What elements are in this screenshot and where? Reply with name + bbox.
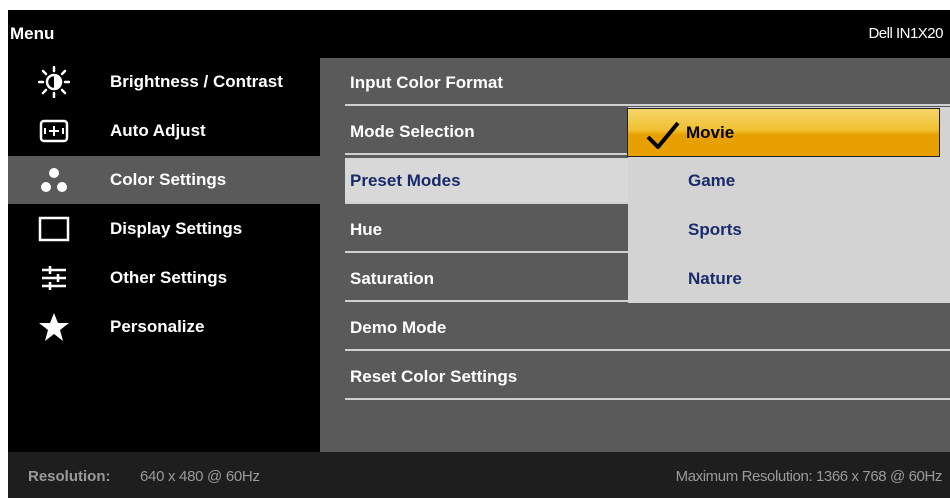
monitor-osd: Menu Dell IN1X20 Brightness / Contrast A… — [8, 10, 950, 498]
menu-title: Menu — [10, 24, 55, 43]
option-label: Preset Modes — [350, 171, 461, 190]
divider — [345, 349, 950, 351]
preset-nature[interactable]: Nature — [628, 254, 950, 303]
preset-movie[interactable]: Movie — [627, 108, 940, 157]
sidebar-item-label: Display Settings — [110, 219, 243, 238]
preset-modes-submenu: Movie Game Sports Nature — [627, 107, 950, 303]
sidebar-item-brightness-contrast[interactable]: Brightness / Contrast — [8, 58, 320, 106]
resolution-label: Resolution: — [28, 468, 111, 485]
sidebar-item-auto-adjust[interactable]: Auto Adjust — [8, 107, 320, 155]
model-name: Dell IN1X20 — [868, 25, 943, 42]
preset-game[interactable]: Game — [628, 156, 950, 205]
option-label: Hue — [350, 220, 383, 239]
preset-label: Nature — [688, 269, 742, 288]
sidebar-item-color-settings[interactable]: Color Settings — [8, 156, 320, 204]
preset-label: Game — [688, 171, 736, 190]
option-label: Demo Mode — [350, 318, 447, 337]
sidebar-item-display-settings[interactable]: Display Settings — [8, 205, 320, 253]
option-label: Reset Color Settings — [350, 367, 518, 386]
sliders-icon — [42, 266, 66, 290]
max-resolution: Maximum Resolution: 1366 x 768 @ 60Hz — [675, 468, 943, 485]
check-icon — [646, 121, 680, 149]
sidebar-item-label: Auto Adjust — [110, 121, 206, 140]
sidebar-item-other-settings[interactable]: Other Settings — [8, 254, 320, 302]
preset-label: Movie — [686, 123, 735, 142]
sidebar-item-label: Brightness / Contrast — [110, 72, 283, 91]
preset-label: Sports — [688, 220, 742, 239]
sidebar-item-label: Personalize — [110, 317, 205, 336]
sidebar-item-label: Color Settings — [110, 170, 227, 189]
option-input-color-format[interactable]: Input Color Format — [345, 58, 950, 106]
sidebar: Brightness / Contrast Auto Adjust Color … — [8, 58, 320, 452]
osd-header: Menu Dell IN1X20 — [8, 10, 950, 58]
option-label: Mode Selection — [350, 122, 475, 141]
divider — [345, 104, 950, 106]
preset-sports[interactable]: Sports — [628, 205, 950, 254]
star-icon — [39, 313, 69, 341]
divider — [345, 398, 950, 400]
color-settings-icon — [41, 168, 67, 192]
option-label: Saturation — [350, 269, 435, 288]
resolution-value: 640 x 480 @ 60Hz — [140, 468, 260, 485]
option-reset-color-settings[interactable]: Reset Color Settings — [345, 352, 950, 400]
status-footer: Resolution: 640 x 480 @ 60Hz Maximum Res… — [8, 452, 950, 498]
sidebar-item-label: Other Settings — [110, 268, 228, 287]
option-demo-mode[interactable]: Demo Mode — [345, 303, 950, 351]
display-icon — [38, 216, 70, 242]
brightness-icon — [38, 66, 70, 98]
option-label: Input Color Format — [350, 73, 503, 92]
sidebar-item-personalize[interactable]: Personalize — [8, 303, 320, 351]
auto-adjust-icon — [39, 119, 69, 143]
